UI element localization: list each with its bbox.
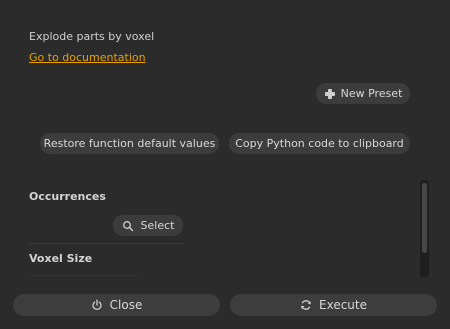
execute-button[interactable]: Execute — [230, 294, 437, 316]
execute-label: Execute — [319, 298, 367, 312]
restore-defaults-label: Restore function default values — [43, 137, 216, 150]
copy-python-label: Copy Python code to clipboard — [235, 137, 404, 150]
close-label: Close — [109, 298, 143, 312]
new-preset-button[interactable]: New Preset — [316, 83, 410, 104]
restore-defaults-button[interactable]: Restore function default values — [40, 133, 219, 154]
power-icon — [92, 299, 102, 311]
select-occurrences-button[interactable]: Select — [113, 215, 183, 236]
plus-icon — [324, 88, 336, 100]
refresh-icon — [301, 300, 311, 310]
close-button[interactable]: Close — [13, 294, 220, 316]
search-icon — [122, 220, 133, 231]
select-label: Select — [140, 219, 175, 232]
copy-python-button[interactable]: Copy Python code to clipboard — [229, 133, 410, 154]
documentation-link[interactable]: Go to documentation — [29, 51, 146, 64]
voxel-size-field-underline — [29, 275, 139, 276]
scrollbar-thumb[interactable] — [422, 183, 427, 253]
section-divider — [29, 243, 184, 244]
voxel-size-label: Voxel Size — [29, 252, 93, 265]
function-description: Explode parts by voxel — [29, 30, 155, 43]
occurrences-label: Occurrences — [29, 190, 106, 203]
new-preset-label: New Preset — [340, 87, 403, 100]
